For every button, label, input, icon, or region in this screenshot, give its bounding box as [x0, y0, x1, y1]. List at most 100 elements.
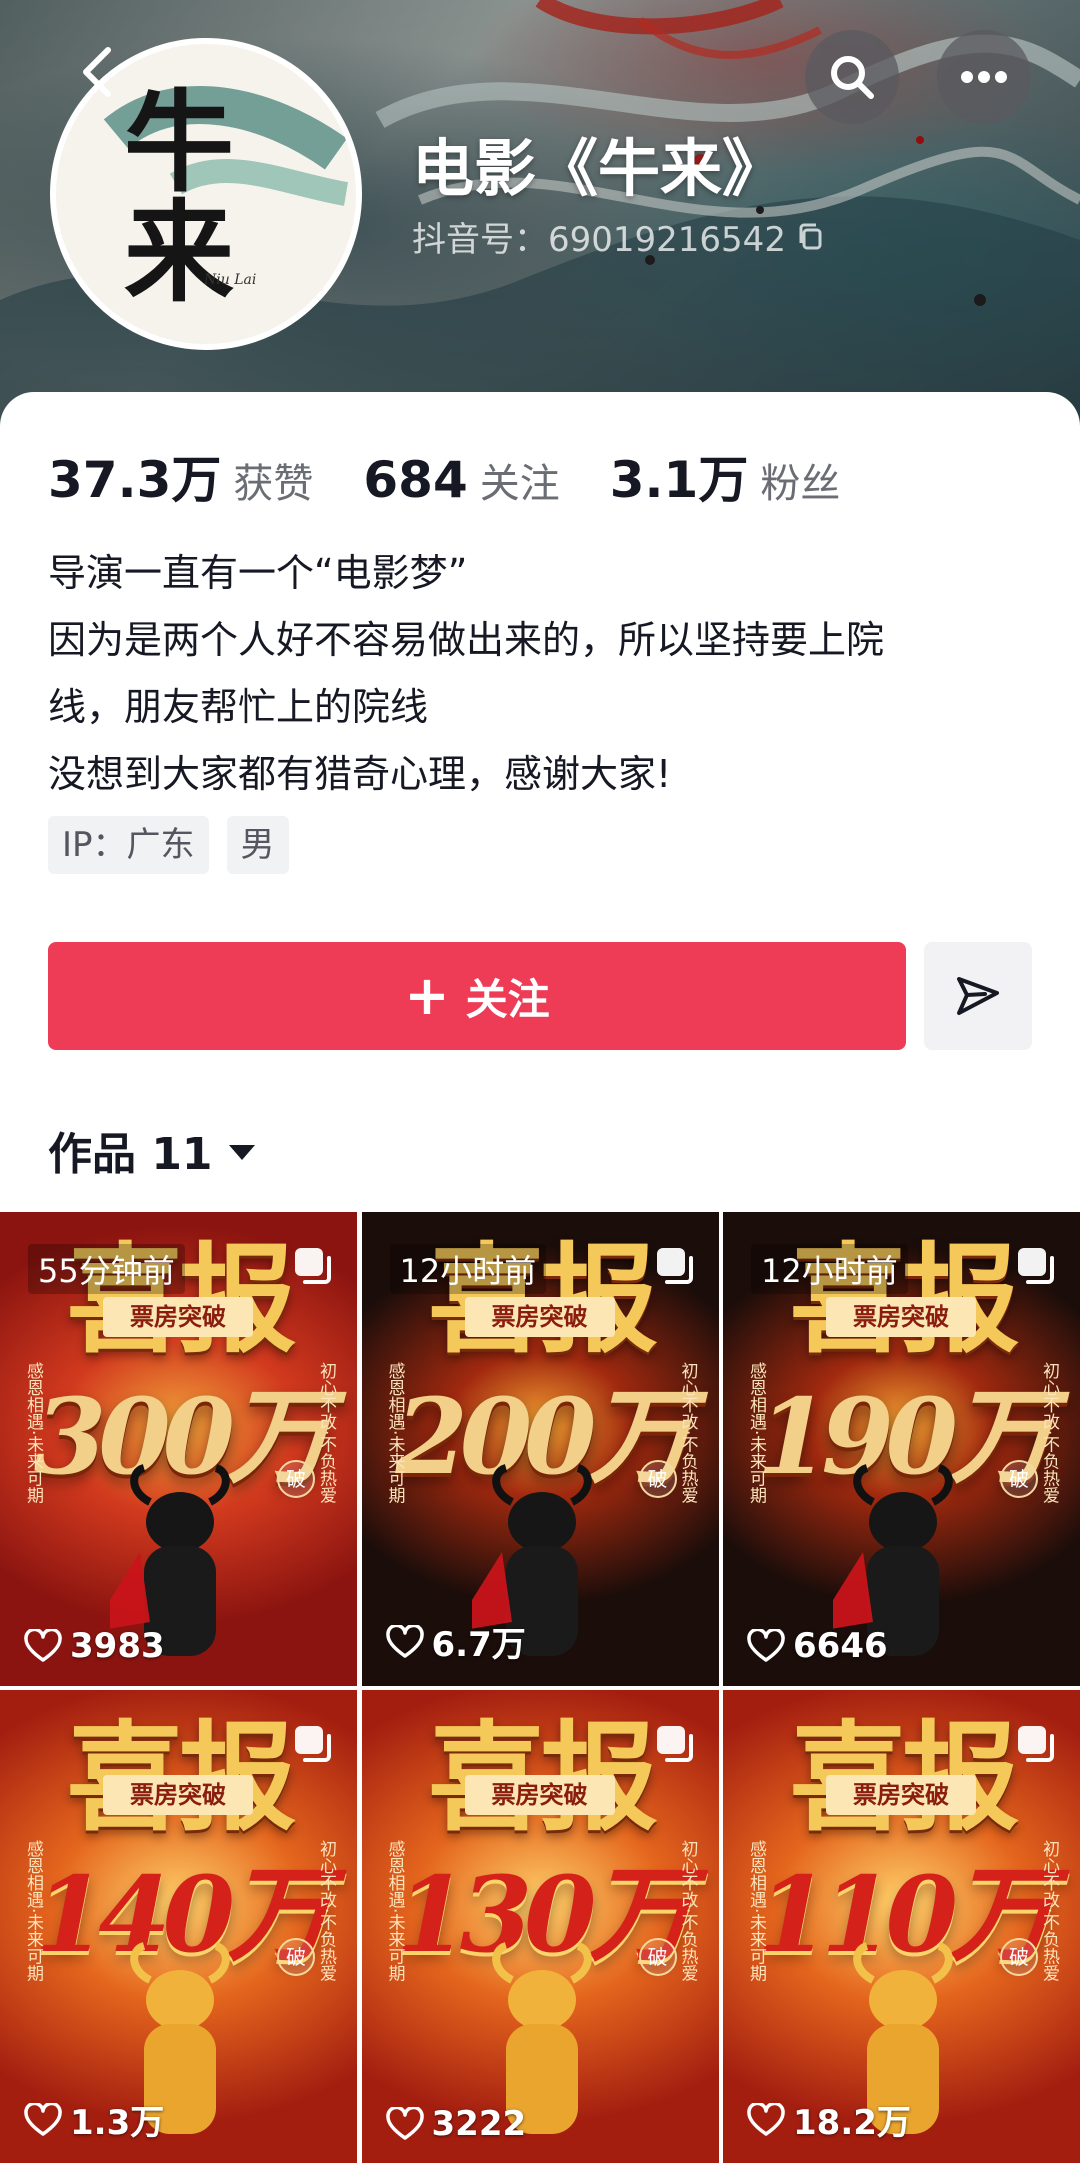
- poster-headline: 喜报: [723, 1690, 1080, 1853]
- poster-seal: 破: [638, 1938, 677, 1976]
- stat-following[interactable]: 684 关注: [363, 451, 559, 509]
- follow-button[interactable]: + 关注: [48, 942, 906, 1050]
- bio-line: 没想到大家都有猎奇心理，感谢大家!: [48, 752, 672, 796]
- send-icon: [957, 977, 999, 1015]
- poster-seal: 破: [638, 1460, 677, 1498]
- multi-image-icon: [656, 1726, 693, 1762]
- plus-icon: +: [404, 964, 450, 1027]
- post-like-value: 18.2万: [793, 2103, 911, 2143]
- poster-side-text-right: 初心不改·不负热爱: [316, 1840, 336, 1982]
- post-time-badge: 12小时前: [751, 1244, 908, 1294]
- post-like-count: 18.2万: [747, 2095, 911, 2144]
- post-like-value: 6.7万: [431, 1625, 526, 1665]
- profile-info-card: 37.3万 获赞 684 关注 3.1万 粉丝 导演一直有一个“电影梦” 因为是…: [0, 392, 1080, 1212]
- poster-banner: 票房突破: [464, 1775, 615, 1815]
- heart-icon: [24, 2102, 62, 2136]
- post-tile[interactable]: 喜报 票房突破 110万 感恩相遇·未来可期 初心不改·不负热爱 破 18.2万: [723, 1690, 1080, 2163]
- bio-line: 因为是两个人好不容易做出来的，所以坚持要上院: [48, 618, 885, 662]
- heart-icon: [747, 2102, 785, 2136]
- post-like-count: 6646: [747, 1626, 888, 1666]
- chevron-left-icon: [83, 47, 111, 97]
- search-button[interactable]: [805, 30, 899, 124]
- post-tile[interactable]: 喜报 票房突破 190万 感恩相遇·未来可期 初心不改·不负热爱 破 12小时前…: [723, 1212, 1080, 1686]
- poster-seal: 破: [1000, 1460, 1038, 1498]
- stat-likes[interactable]: 37.3万 获赞: [48, 440, 313, 512]
- back-button[interactable]: [70, 42, 130, 102]
- poster-side-text-left: 感恩相遇·未来可期: [23, 1840, 43, 1982]
- post-tile[interactable]: 喜报 票房突破 140万 感恩相遇·未来可期 初心不改·不负热爱 破 1.3万: [0, 1690, 357, 2163]
- bio-line: 线，朋友帮忙上的院线: [48, 685, 429, 729]
- poster-headline: 喜报: [362, 1690, 719, 1853]
- profile-header-banner: 牛来 Niu Lai 电影《牛来》 抖音号：69019216542: [0, 0, 1080, 430]
- post-like-value: 3222: [431, 2104, 527, 2144]
- heart-icon: [24, 1629, 62, 1662]
- poster-side-text-left: 感恩相遇·未来可期: [384, 1840, 405, 1982]
- avatar-title: 牛来: [105, 84, 234, 304]
- stat-likes-value: 37.3万: [48, 451, 222, 509]
- post-tile[interactable]: 喜报 票房突破 300万 感恩相遇·未来可期 初心不改·不负热爱 破 55分钟前…: [0, 1212, 357, 1686]
- poster-banner: 票房突破: [464, 1297, 615, 1337]
- multi-image-icon: [295, 1726, 331, 1762]
- post-like-count: 6.7万: [385, 1617, 526, 1666]
- douyin-id-text: 抖音号：69019216542: [412, 220, 786, 260]
- post-time-badge: 55分钟前: [28, 1244, 185, 1294]
- post-tile[interactable]: 喜报 票房突破 130万 感恩相遇·未来可期 初心不改·不负热爱 破 3222: [361, 1690, 719, 2163]
- poster-banner: 票房突破: [826, 1297, 976, 1337]
- poster-seal: 破: [277, 1938, 315, 1976]
- poster-side-text-left: 感恩相遇·未来可期: [23, 1362, 43, 1504]
- post-like-count: 3222: [385, 2104, 527, 2144]
- heart-icon: [385, 1624, 424, 1658]
- stat-likes-label: 获赞: [233, 461, 314, 507]
- stat-followers-value: 3.1万: [609, 451, 749, 509]
- post-like-value: 1.3万: [70, 2103, 165, 2143]
- gender-tag: 男: [226, 816, 289, 874]
- bio-line: 导演一直有一个“电影梦”: [48, 551, 468, 595]
- stat-followers-label: 粉丝: [760, 461, 841, 507]
- profile-bio: 导演一直有一个“电影梦” 因为是两个人好不容易做出来的，所以坚持要上院 线，朋友…: [48, 540, 1038, 808]
- heart-icon: [747, 1629, 785, 1662]
- ip-location-tag: IP：广东: [48, 816, 209, 874]
- multi-image-icon: [1018, 1248, 1054, 1284]
- multi-image-icon: [295, 1248, 331, 1284]
- poster-banner: 票房突破: [103, 1297, 253, 1337]
- poster-banner: 票房突破: [826, 1775, 976, 1815]
- post-like-count: 3983: [24, 1626, 165, 1666]
- poster-side-text-right: 初心不改·不负热爱: [677, 1840, 698, 1982]
- poster-banner: 票房突破: [103, 1775, 253, 1815]
- stat-followers[interactable]: 3.1万 粉丝: [610, 440, 841, 512]
- posts-grid: 喜报 票房突破 300万 感恩相遇·未来可期 初心不改·不负热爱 破 55分钟前…: [0, 1212, 1080, 2163]
- message-button[interactable]: [924, 942, 1032, 1050]
- poster-seal: 破: [1000, 1938, 1038, 1976]
- copy-icon[interactable]: [796, 222, 826, 252]
- search-icon: [831, 56, 874, 99]
- stat-following-value: 684: [363, 451, 468, 509]
- works-tab-label: 作品 11: [48, 1129, 213, 1180]
- post-tile[interactable]: 喜报 票房突破 200万 感恩相遇·未来可期 初心不改·不负热爱 破 12小时前…: [361, 1212, 719, 1686]
- poster-side-text-left: 感恩相遇·未来可期: [746, 1840, 766, 1982]
- multi-image-icon: [1018, 1726, 1054, 1762]
- douyin-id: 抖音号：69019216542: [412, 212, 826, 261]
- poster-side-text-left: 感恩相遇·未来可期: [746, 1362, 766, 1504]
- post-time-badge: 12小时前: [389, 1244, 547, 1294]
- poster-side-text-right: 初心不改·不负热爱: [316, 1362, 336, 1504]
- profile-tags: IP：广东 男: [48, 816, 289, 874]
- caret-down-icon: [228, 1144, 255, 1160]
- post-like-value: 6646: [793, 1626, 888, 1666]
- profile-name: 电影《牛来》: [412, 132, 785, 205]
- stat-following-label: 关注: [479, 461, 560, 507]
- multi-image-icon: [656, 1248, 693, 1284]
- poster-side-text-right: 初心不改·不负热爱: [1039, 1362, 1059, 1504]
- profile-stats: 37.3万 获赞 684 关注 3.1万 粉丝: [48, 440, 890, 512]
- poster-side-text-right: 初心不改·不负热爱: [1039, 1840, 1059, 1982]
- avatar-subtitle: Niu Lai: [204, 272, 257, 288]
- poster-side-text-right: 初心不改·不负热爱: [677, 1362, 698, 1504]
- follow-button-label: 关注: [465, 974, 550, 1024]
- more-dots-icon: [961, 71, 1007, 83]
- works-tab[interactable]: 作品 11: [48, 1118, 255, 1182]
- poster-headline: 喜报: [0, 1690, 357, 1853]
- poster-seal: 破: [277, 1460, 315, 1498]
- more-options-button[interactable]: [937, 30, 1031, 124]
- post-like-value: 3983: [70, 1626, 165, 1666]
- poster-side-text-left: 感恩相遇·未来可期: [384, 1362, 405, 1504]
- post-like-count: 1.3万: [24, 2095, 164, 2144]
